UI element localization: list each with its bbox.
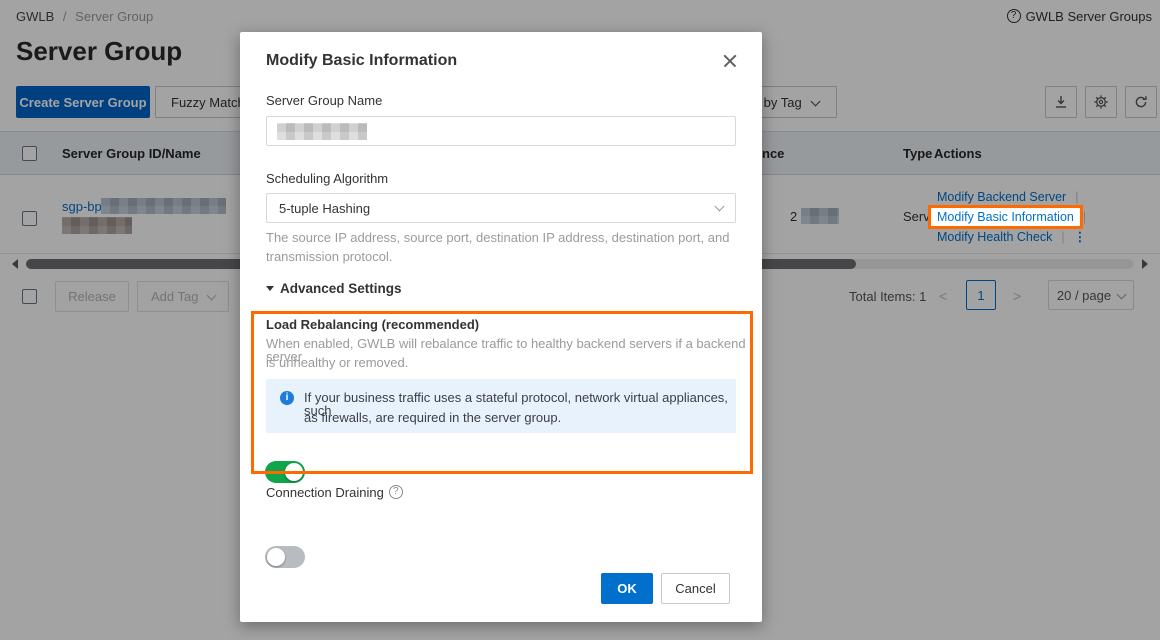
help-circle-icon[interactable]: ? [389, 485, 403, 499]
connection-draining-row: Connection Draining ? [266, 485, 403, 499]
toggle-knob [267, 548, 285, 566]
close-icon[interactable] [721, 52, 739, 70]
cancel-button[interactable]: Cancel [661, 573, 730, 604]
scheduling-algorithm-label: Scheduling Algorithm [266, 172, 388, 185]
algorithm-help-line2: transmission protocol. [266, 250, 392, 263]
collapse-arrow-icon [266, 286, 274, 291]
server-group-name-label: Server Group Name [266, 94, 382, 107]
modify-basic-information-link-highlighted[interactable]: Modify Basic Information [937, 211, 1074, 224]
advanced-settings-toggle[interactable]: Advanced Settings [266, 282, 402, 296]
load-rebalancing-highlight-box [251, 311, 753, 474]
connection-draining-label: Connection Draining [266, 486, 384, 499]
server-group-name-value-redacted [277, 123, 367, 140]
chevron-down-icon [715, 202, 725, 212]
modify-basic-information-highlight-box: Modify Basic Information [928, 205, 1083, 229]
connection-draining-toggle[interactable] [265, 546, 305, 568]
modal-title: Modify Basic Information [266, 53, 457, 69]
ok-button[interactable]: OK [601, 573, 653, 604]
algorithm-help-line1: The source IP address, source port, dest… [266, 231, 729, 244]
scheduling-algorithm-select[interactable]: 5-tuple Hashing [266, 193, 736, 223]
scheduling-algorithm-value: 5-tuple Hashing [279, 202, 370, 215]
server-group-name-input[interactable] [266, 116, 736, 146]
advanced-settings-label: Advanced Settings [280, 282, 402, 296]
